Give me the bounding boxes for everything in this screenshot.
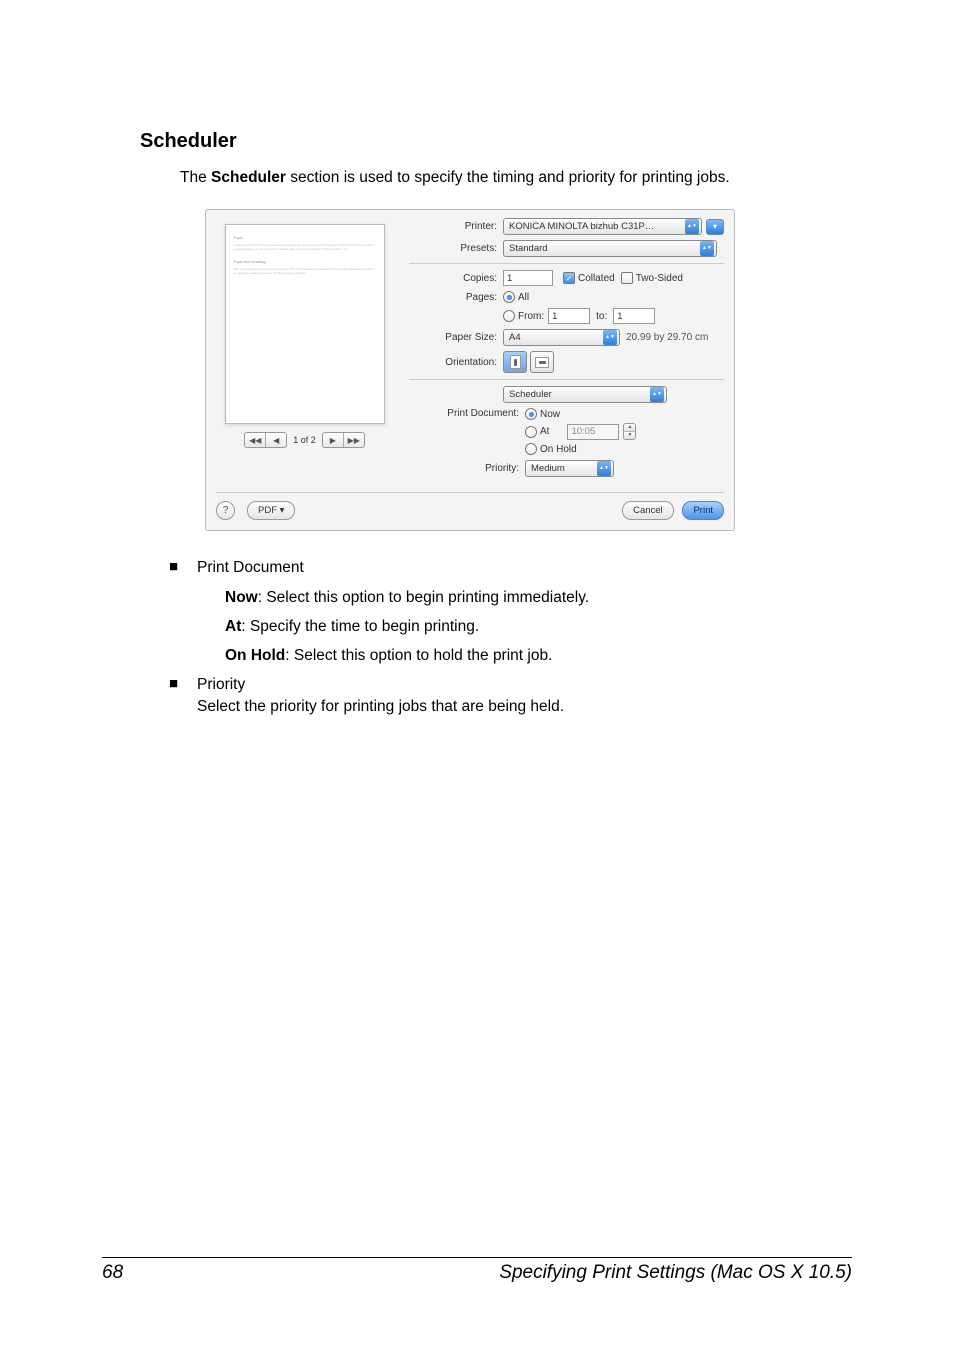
print-at-radio[interactable] [525,426,537,438]
paper-size-label: Paper Size: [409,332,503,343]
panel-select[interactable]: Scheduler ▲▼ [503,386,667,403]
print-at-label: At [540,426,549,437]
panel-select-value: Scheduler [509,389,646,400]
copies-label: Copies: [409,273,503,284]
printer-info-button[interactable]: ▾ [706,219,724,235]
landscape-icon [535,357,549,368]
print-at-time-input[interactable]: 10:05 [567,424,619,440]
print-document-label: Print Document: [409,408,525,419]
pages-label: Pages: [409,292,503,303]
nav-prev-icon[interactable]: ◀ [266,433,286,447]
page-number: 68 [102,1262,123,1284]
pages-all-label: All [518,292,529,303]
stepper-down-icon: ▼ [624,432,635,439]
at-bold: At [225,618,241,635]
orientation-portrait-button[interactable] [503,351,527,373]
printer-value: KONICA MINOLTA bizhub C31P… [509,221,681,232]
collated-label: Collated [578,273,615,284]
portrait-icon [510,355,521,369]
cancel-button[interactable]: Cancel [622,501,674,520]
preview-nav-forward[interactable]: ▶ ▶▶ [322,432,365,448]
preview-nav-back[interactable]: ◀◀ ◀ [244,432,287,448]
twosided-label: Two-Sided [636,273,683,284]
printer-label: Printer: [409,221,503,232]
nav-next-icon[interactable]: ▶ [323,433,344,447]
priority-item-text: Select the priority for printing jobs th… [197,696,717,718]
section-heading: Scheduler [140,130,854,153]
footer-title: Specifying Print Settings (Mac OS X 10.5… [499,1262,852,1284]
pages-from-input[interactable]: 1 [548,308,590,324]
paper-size-value: A4 [509,332,599,343]
copies-input[interactable]: 1 [503,270,553,286]
intro-prefix: The [180,169,211,186]
select-arrows-icon: ▲▼ [685,219,699,234]
presets-value: Standard [509,243,696,254]
presets-select[interactable]: Standard ▲▼ [503,240,717,257]
divider [409,263,724,264]
now-bold: Now [225,589,258,606]
nav-last-icon[interactable]: ▶▶ [344,433,364,447]
print-now-radio[interactable] [525,408,537,420]
pages-from-radio[interactable] [503,310,515,322]
print-document-item: Print Document [197,557,717,579]
collated-checkbox[interactable]: ✓ [563,272,575,284]
help-button[interactable]: ? [216,501,235,520]
priority-label: Priority: [409,463,525,474]
print-dialog: Topic Lorem ipsum dolor sit amet consect… [205,209,735,531]
pages-to-label: to: [590,311,613,322]
page-footer: 68 Specifying Print Settings (Mac OS X 1… [102,1257,852,1284]
paper-size-select[interactable]: A4 ▲▼ [503,329,620,346]
now-text: : Select this option to begin printing i… [258,589,589,606]
orientation-label: Orientation: [409,357,503,368]
pages-to-input[interactable]: 1 [613,308,655,324]
intro-paragraph: The Scheduler section is used to specify… [180,167,735,189]
intro-suffix: section is used to specify the timing an… [286,169,730,186]
paper-size-dims: 20.99 by 29.70 cm [620,332,708,343]
print-now-label: Now [540,409,560,420]
pages-all-radio[interactable] [503,291,515,303]
preview-pane: Topic Lorem ipsum dolor sit amet consect… [216,218,393,482]
print-hold-radio[interactable] [525,443,537,455]
stepper-up-icon: ▲ [624,424,635,432]
priority-item-title: Priority [197,674,717,696]
priority-value: Medium [531,463,593,474]
nav-first-icon[interactable]: ◀◀ [245,433,266,447]
select-arrows-icon: ▲▼ [597,461,611,476]
presets-label: Presets: [409,243,503,254]
preview-page: Topic Lorem ipsum dolor sit amet consect… [225,224,385,424]
select-arrows-icon: ▲▼ [700,241,714,256]
twosided-checkbox[interactable] [621,272,633,284]
time-stepper[interactable]: ▲▼ [623,423,636,440]
hold-bold: On Hold [225,647,285,664]
pdf-button[interactable]: PDF ▾ [247,501,295,520]
at-text: : Specify the time to begin printing. [241,618,479,635]
pages-from-label: From: [518,311,544,322]
preview-page-indicator: 1 of 2 [293,435,316,445]
priority-select[interactable]: Medium ▲▼ [525,460,614,477]
bullet-icon: ■ [167,557,197,579]
bullet-icon: ■ [167,674,197,719]
intro-bold: Scheduler [211,169,286,186]
print-button[interactable]: Print [682,501,724,520]
orientation-landscape-button[interactable] [530,351,554,373]
printer-select[interactable]: KONICA MINOLTA bizhub C31P… ▲▼ [503,218,702,235]
hold-text: : Select this option to hold the print j… [285,647,552,664]
select-arrows-icon: ▲▼ [650,387,664,402]
divider [409,379,724,380]
select-arrows-icon: ▲▼ [603,330,617,345]
print-hold-label: On Hold [540,444,577,455]
preview-nav: ◀◀ ◀ 1 of 2 ▶ ▶▶ [216,432,393,448]
